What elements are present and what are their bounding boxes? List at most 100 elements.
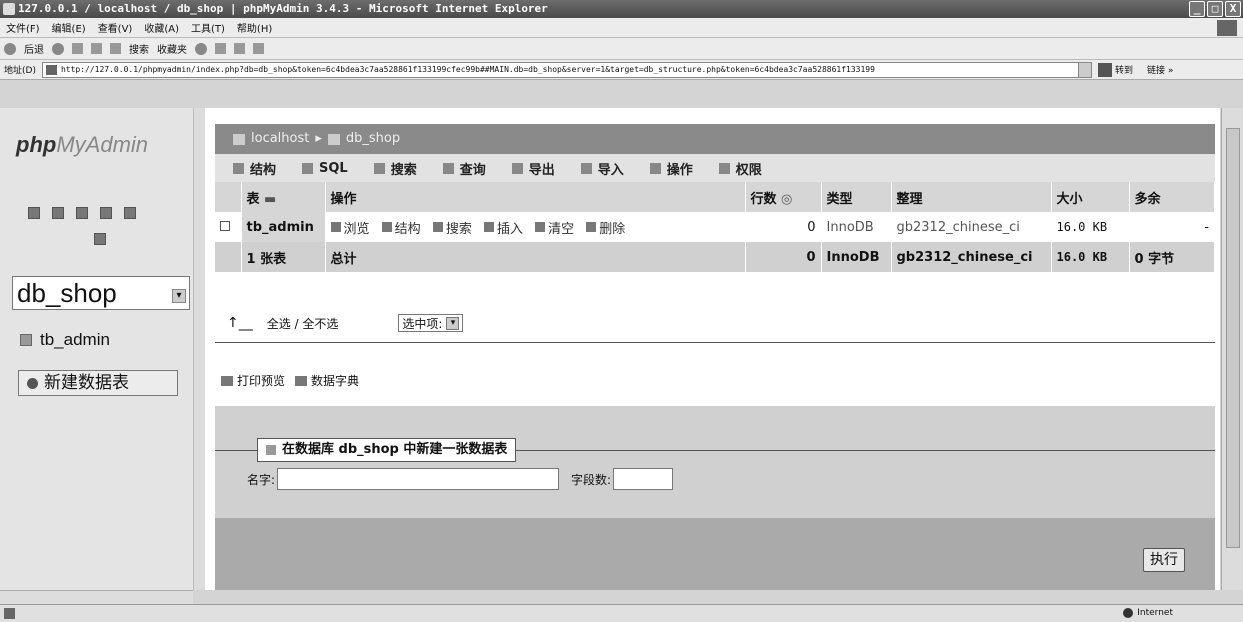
tab-import[interactable]: 导入 (580, 159, 624, 178)
breadcrumb-separator: ▸ (315, 131, 322, 146)
tab-structure[interactable]: 结构 (233, 159, 276, 178)
header-label: 行数 (750, 191, 777, 207)
reload-icon[interactable] (94, 233, 106, 245)
search-button[interactable]: 搜索 (129, 41, 149, 56)
breadcrumb-database[interactable]: db_shop (346, 124, 400, 154)
menu-view[interactable]: 查看(V) (98, 20, 133, 35)
print-view-link[interactable]: 打印预览 (221, 372, 285, 389)
browser-toolbar: 后退 搜索 收藏夹 (0, 38, 1243, 60)
help-icon[interactable]: ◎ (781, 192, 792, 207)
row-rows: 0 (745, 212, 822, 242)
query-window-icon[interactable] (76, 207, 88, 219)
empty-action[interactable]: 清空 (535, 218, 574, 237)
go-button[interactable]: 转到 (1097, 62, 1133, 77)
divider (215, 342, 1215, 343)
summary-row: 1 张表 总计 0 InnoDB gb2312_chinese_ci 16.0 … (215, 242, 1215, 272)
sql-docs-icon[interactable] (124, 207, 136, 219)
with-selected-select[interactable]: 选中项: ▾ (398, 314, 464, 332)
database-select[interactable]: db_shop ▾ (12, 276, 190, 310)
sidebar-item-tb-admin[interactable]: tb_admin (20, 330, 110, 350)
breadcrumb-server[interactable]: localhost (251, 124, 309, 154)
back-button[interactable]: 后退 (24, 41, 44, 56)
browse-icon (330, 222, 341, 232)
action-label: 清空 (548, 221, 575, 237)
address-input[interactable]: http://127.0.0.1/phpmyadmin/index.php?db… (41, 61, 1092, 78)
menu-file[interactable]: 文件(F) (6, 20, 40, 35)
data-dictionary-link[interactable]: 数据字典 (295, 372, 359, 389)
create-table-legend: 在数据库 db_shop 中新建一张数据表 (257, 438, 517, 462)
print-icon[interactable] (234, 43, 245, 54)
chevron-down-icon[interactable]: ▾ (446, 316, 460, 330)
drop-action[interactable]: 删除 (586, 218, 625, 237)
field-count-input[interactable] (613, 468, 674, 490)
tab-sql[interactable]: SQL (302, 161, 348, 176)
menu-help[interactable]: 帮助(H) (237, 20, 272, 35)
docs-icon[interactable] (100, 207, 112, 219)
sort-icon: ▬ (264, 191, 277, 207)
go-label: 转到 (1114, 66, 1133, 76)
structure-action[interactable]: 结构 (381, 218, 421, 237)
logo-myadmin: MyAdmin (56, 132, 149, 157)
row-size[interactable]: 16.0 KB (1051, 212, 1130, 242)
scrollbar-thumb[interactable] (1226, 128, 1240, 548)
links-button[interactable]: 链接 » (1147, 63, 1173, 76)
sql-icon (302, 162, 314, 174)
header-type: 类型 (821, 182, 892, 212)
page-done-icon (4, 608, 15, 619)
structure-icon (233, 162, 244, 174)
left-scrollbar[interactable] (193, 108, 205, 590)
maximize-button[interactable]: □ (1207, 1, 1223, 17)
new-table-button[interactable]: 新建数据表 (18, 370, 178, 396)
back-icon[interactable] (4, 42, 16, 55)
menu-tools[interactable]: 工具(T) (191, 20, 225, 35)
server-icon (233, 133, 245, 145)
history-icon[interactable] (195, 42, 207, 55)
row-checkbox[interactable] (220, 220, 230, 231)
insert-icon (483, 222, 494, 232)
phpmyadmin-logo[interactable]: phpMyAdmin (16, 132, 148, 158)
main-pane: localhost ▸ db_shop 结构 SQL 搜索 查询 导出 导入 操… (205, 108, 1220, 590)
tab-query[interactable]: 查询 (442, 159, 486, 178)
dictionary-label: 数据字典 (311, 374, 360, 388)
search-action[interactable]: 搜索 (432, 218, 472, 237)
tab-operations[interactable]: 操作 (649, 159, 693, 178)
refresh-icon[interactable] (91, 43, 102, 54)
forward-icon[interactable] (52, 42, 64, 55)
row-type: InnoDB (821, 212, 892, 242)
tab-privileges[interactable]: 权限 (718, 159, 762, 178)
minimize-button[interactable]: _ (1189, 1, 1205, 17)
main-scrollbar[interactable] (1221, 108, 1243, 590)
chevron-down-icon[interactable]: ▾ (172, 289, 186, 303)
menu-favorites[interactable]: 收藏(A) (144, 20, 179, 35)
header-size: 大小 (1051, 182, 1130, 212)
stop-icon[interactable] (72, 43, 83, 54)
header-table[interactable]: 表 ▬ (241, 182, 326, 212)
tab-search[interactable]: 搜索 (373, 159, 417, 178)
address-dropdown-icon[interactable] (1077, 62, 1091, 77)
browse-action[interactable]: 浏览 (330, 218, 370, 237)
address-label: 地址(D) (4, 66, 36, 76)
window-title-bar: 127.0.0.1 / localhost / db_shop | phpMyA… (0, 0, 1243, 18)
edit-icon[interactable] (253, 43, 264, 54)
window-title: 127.0.0.1 / localhost / db_shop | phpMyA… (18, 2, 548, 15)
row-table-name[interactable]: tb_admin (241, 212, 326, 242)
dictionary-icon (295, 375, 308, 386)
close-button[interactable]: X (1225, 1, 1241, 17)
home-icon[interactable] (110, 43, 121, 54)
menu-edit[interactable]: 编辑(E) (52, 20, 86, 35)
action-label: 浏览 (343, 221, 370, 237)
table-name-input[interactable] (277, 468, 560, 490)
tab-export[interactable]: 导出 (511, 159, 555, 178)
execute-button[interactable]: 执行 (1143, 548, 1185, 572)
logout-icon[interactable] (52, 207, 64, 219)
header-label: 表 (246, 191, 260, 207)
mail-icon[interactable] (215, 43, 226, 54)
create-table-footer (215, 518, 1215, 590)
favorites-button[interactable]: 收藏夹 (157, 41, 187, 56)
insert-action[interactable]: 插入 (483, 218, 523, 237)
database-select-value: db_shop (17, 278, 117, 308)
check-all-link[interactable]: 全选 / 全不选 (267, 315, 339, 332)
home-icon[interactable] (28, 207, 40, 219)
tab-label: 结构 (250, 162, 277, 178)
left-horizontal-scrollbar[interactable] (0, 590, 193, 604)
